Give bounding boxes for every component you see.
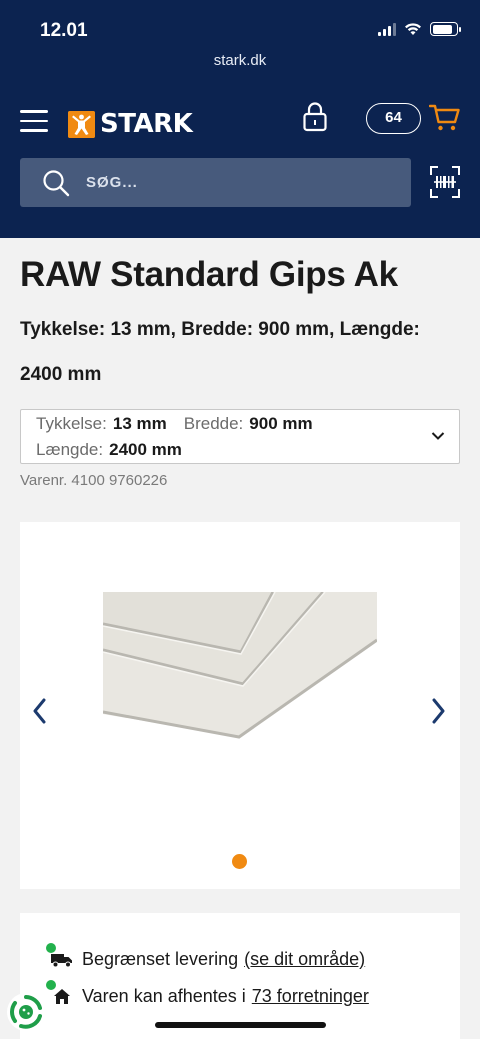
gallery-dot-active[interactable] xyxy=(232,854,247,869)
search-input[interactable] xyxy=(86,158,386,207)
pickup-stores-link[interactable]: 73 forretninger xyxy=(252,986,369,1007)
gallery-next-button[interactable] xyxy=(430,698,446,724)
length-value: 2400 mm xyxy=(109,440,182,459)
battery-icon xyxy=(430,22,461,36)
availability-card: Begrænset levering (se dit område) Varen… xyxy=(20,913,460,1039)
pickup-row: Varen kan afhentes i 73 forretninger xyxy=(46,980,369,1007)
product-gallery xyxy=(20,522,460,889)
search-icon[interactable] xyxy=(42,169,70,197)
cellular-signal-icon xyxy=(378,22,396,36)
thickness-label: Tykkelse: xyxy=(36,414,107,433)
delivery-status-dot xyxy=(46,943,56,953)
variant-selector[interactable]: Tykkelse: 13 mm Bredde: 900 mm Længde: 2400 … xyxy=(20,409,460,464)
product-sku: Varenr. 4100 9760226 xyxy=(20,472,168,489)
menu-button[interactable] xyxy=(20,110,48,134)
browser-url[interactable]: stark.dk xyxy=(0,52,480,69)
width-label: Bredde: xyxy=(183,414,244,433)
cart-count-badge[interactable]: 64 xyxy=(366,103,421,134)
delivery-area-link[interactable]: (se dit område) xyxy=(244,949,365,970)
chevron-down-icon xyxy=(431,432,445,440)
delivery-truck-icon xyxy=(51,953,72,967)
stark-logo[interactable]: STARK xyxy=(68,109,193,139)
status-time: 12.01 xyxy=(40,20,88,41)
stark-logo-icon xyxy=(68,110,95,138)
variant-row: Tykkelse: 13 mm Bredde: 900 mm xyxy=(36,414,330,434)
length-label: Længde: xyxy=(36,440,104,459)
pickup-status-dot xyxy=(46,980,56,990)
product-title: RAW Standard Gips Ak xyxy=(20,255,398,294)
battery-level xyxy=(432,24,453,34)
logo-text: STARK xyxy=(100,109,193,139)
menu-icon-bar xyxy=(20,110,48,113)
gallery-prev-button[interactable] xyxy=(32,698,48,724)
barcode-scan-icon[interactable] xyxy=(430,166,460,198)
home-indicator xyxy=(155,1022,326,1028)
menu-icon-bar xyxy=(20,129,48,132)
search-bar[interactable] xyxy=(20,158,411,207)
cookie-consent-icon[interactable] xyxy=(7,993,45,1031)
delivery-row: Begrænset levering (se dit område) xyxy=(46,943,365,970)
store-home-icon xyxy=(54,989,70,1004)
site-header: 12.01 stark.dk STARK 64 xyxy=(0,0,480,238)
status-icons xyxy=(378,22,461,36)
delivery-text: Begrænset levering xyxy=(82,949,239,969)
product-subtitle: Tykkelse: 13 mm, Bredde: 900 mm, Længde:… xyxy=(20,319,420,385)
pickup-text: Varen kan afhentes i xyxy=(82,986,246,1006)
menu-icon-bar xyxy=(20,119,48,122)
width-value: 900 mm xyxy=(249,414,313,433)
thickness-value: 13 mm xyxy=(112,414,167,433)
wifi-icon xyxy=(405,23,421,35)
variant-row: Længde: 2400 mm xyxy=(36,440,199,460)
lock-icon[interactable] xyxy=(302,101,328,133)
cart-icon[interactable] xyxy=(429,103,461,133)
product-image xyxy=(103,592,377,740)
